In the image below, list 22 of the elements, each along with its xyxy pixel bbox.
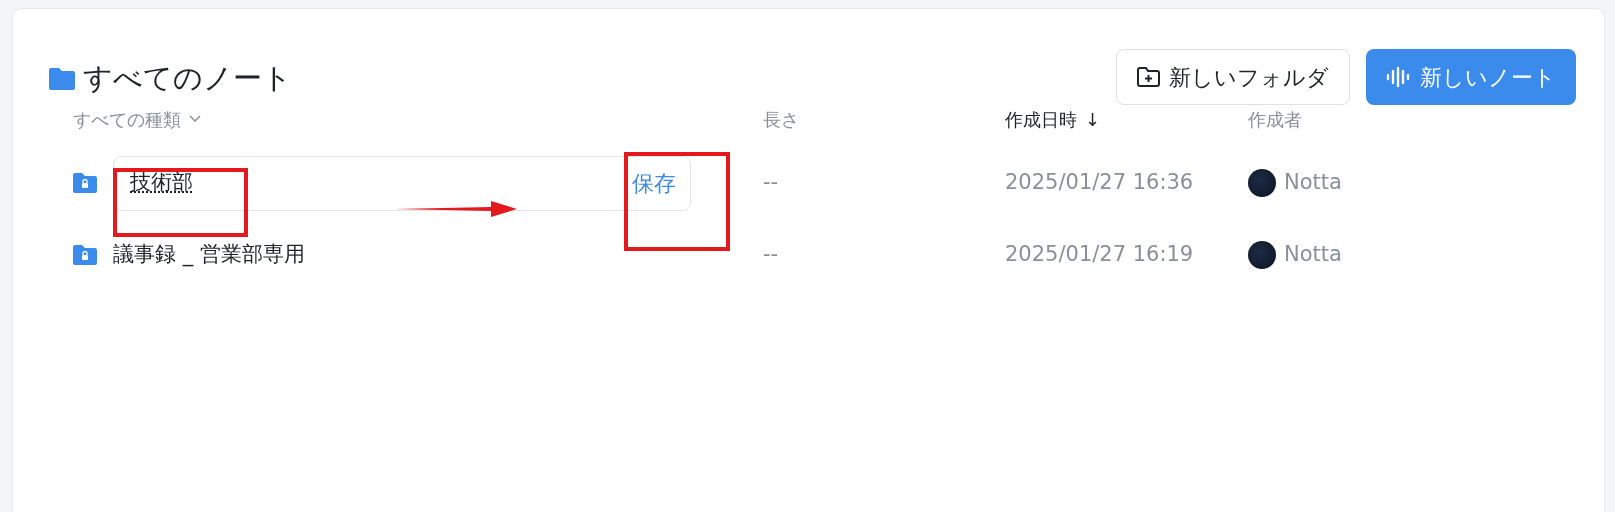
locked-folder-icon [73,173,97,193]
page-title: すべてのノート [83,60,292,97]
avatar [1248,169,1276,197]
created-date: 2025/01/27 16:36 [1005,170,1194,195]
rename-field[interactable]: 技術部 保存 [113,155,691,211]
column-header: 作成者 [1248,107,1302,132]
waveform-icon [1386,66,1412,88]
length-text: -- [763,170,779,195]
author-name: Notta [1284,169,1342,197]
caret-icon [189,115,201,123]
folder-name[interactable]: 議事録 _ 営業部専用 [113,239,305,271]
sort-arrow[interactable]: ↓ [1085,105,1101,133]
column-header: 長さ [763,107,799,132]
avatar [1248,241,1276,269]
folder-plus-icon [1137,66,1161,88]
new-folder-button[interactable]: 新しいフォルダ [1116,49,1350,105]
created-date: 2025/01/27 16:19 [1005,242,1194,267]
locked-folder-icon [73,245,97,265]
column-header[interactable]: 作成日時 [1005,105,1077,133]
length-text: -- [763,242,779,267]
author-name: Notta [1284,241,1342,269]
folder-icon [49,67,75,90]
